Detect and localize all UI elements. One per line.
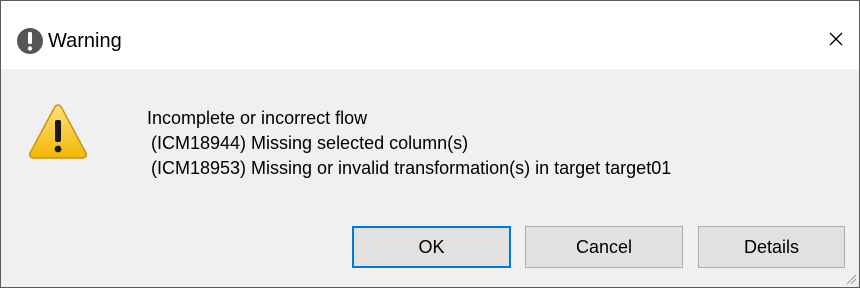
message-detail-1: (ICM18944) Missing selected column(s) — [151, 133, 469, 153]
close-button[interactable] — [813, 17, 859, 61]
message-heading: Incomplete or incorrect flow — [147, 108, 368, 128]
message-detail-2: (ICM18953) Missing or invalid transforma… — [151, 158, 672, 178]
resize-grip-icon[interactable] — [845, 273, 857, 285]
message-text: Incomplete or incorrect flow (ICM18944) … — [147, 106, 671, 181]
warning-circle-icon — [17, 28, 43, 54]
cancel-button[interactable]: Cancel — [525, 226, 683, 268]
window-title: Warning — [48, 30, 122, 52]
details-button[interactable]: Details — [698, 226, 845, 268]
warning-triangle-icon — [28, 104, 88, 159]
ok-button[interactable]: OK — [352, 226, 511, 268]
warning-dialog: Warning Incomplete or incorrect flow (IC… — [0, 0, 860, 288]
close-icon — [829, 32, 843, 46]
title-bar[interactable]: Warning — [1, 1, 859, 69]
